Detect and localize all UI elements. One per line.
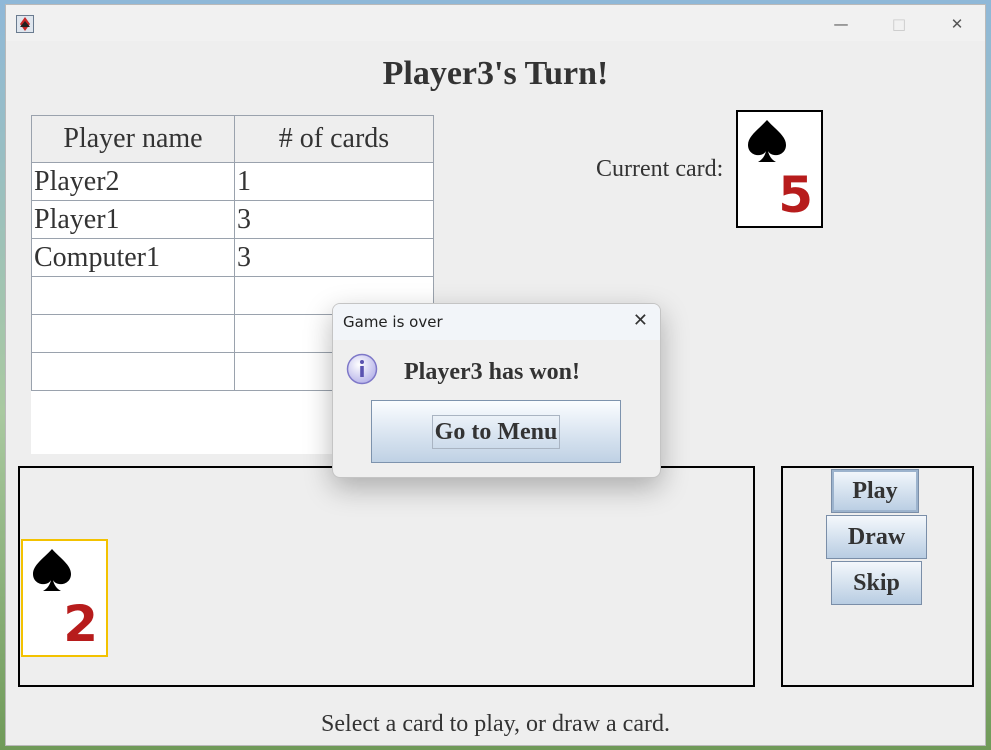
hand-card[interactable]: 2 [21,539,108,657]
dialog-message: Player3 has won! [404,359,580,385]
game-over-dialog: Game is over ✕ Player3 has won! Go to Me… [332,303,661,478]
skip-button[interactable]: Skip [831,561,922,605]
app-icon [16,15,34,33]
player-name-cell [31,314,235,353]
spade-icon [33,549,71,591]
player-name-cell: Player1 [31,200,235,239]
window-close-button[interactable]: ✕ [934,11,980,37]
title-bar: — □ ✕ [6,5,985,41]
card-rank: 5 [778,166,813,224]
card-rank: 2 [63,595,98,653]
dialog-title: Game is over [343,313,443,331]
table-row[interactable]: Computer1 3 [31,238,434,277]
maximize-button[interactable]: □ [876,11,922,37]
current-card: 5 [736,110,823,228]
draw-button[interactable]: Draw [826,515,927,559]
go-to-menu-button[interactable]: Go to Menu [371,400,621,463]
card-count-cell: 3 [234,200,434,239]
card-count-cell: 1 [234,162,434,201]
hand-panel [18,466,755,687]
card-count-cell: 3 [234,238,434,277]
go-to-menu-label: Go to Menu [431,414,561,449]
spade-icon [748,120,786,162]
table-row[interactable]: Player1 3 [31,200,434,239]
play-button[interactable]: Play [831,469,919,513]
status-message: Select a card to play, or draw a card. [321,711,670,737]
column-header-card-count[interactable]: # of cards [234,115,434,163]
current-card-label: Current card: [596,156,724,182]
player-name-cell: Player2 [31,162,235,201]
column-header-player-name[interactable]: Player name [31,115,235,163]
minimize-button[interactable]: — [818,11,864,37]
player-name-cell: Computer1 [31,238,235,277]
dialog-title-bar: Game is over ✕ [333,304,660,340]
player-name-cell [31,352,235,391]
info-icon [346,353,378,385]
dialog-close-button[interactable]: ✕ [633,310,648,331]
turn-title: Player3's Turn! [382,55,609,92]
player-name-cell [31,276,235,315]
table-row[interactable]: Player2 1 [31,162,434,201]
